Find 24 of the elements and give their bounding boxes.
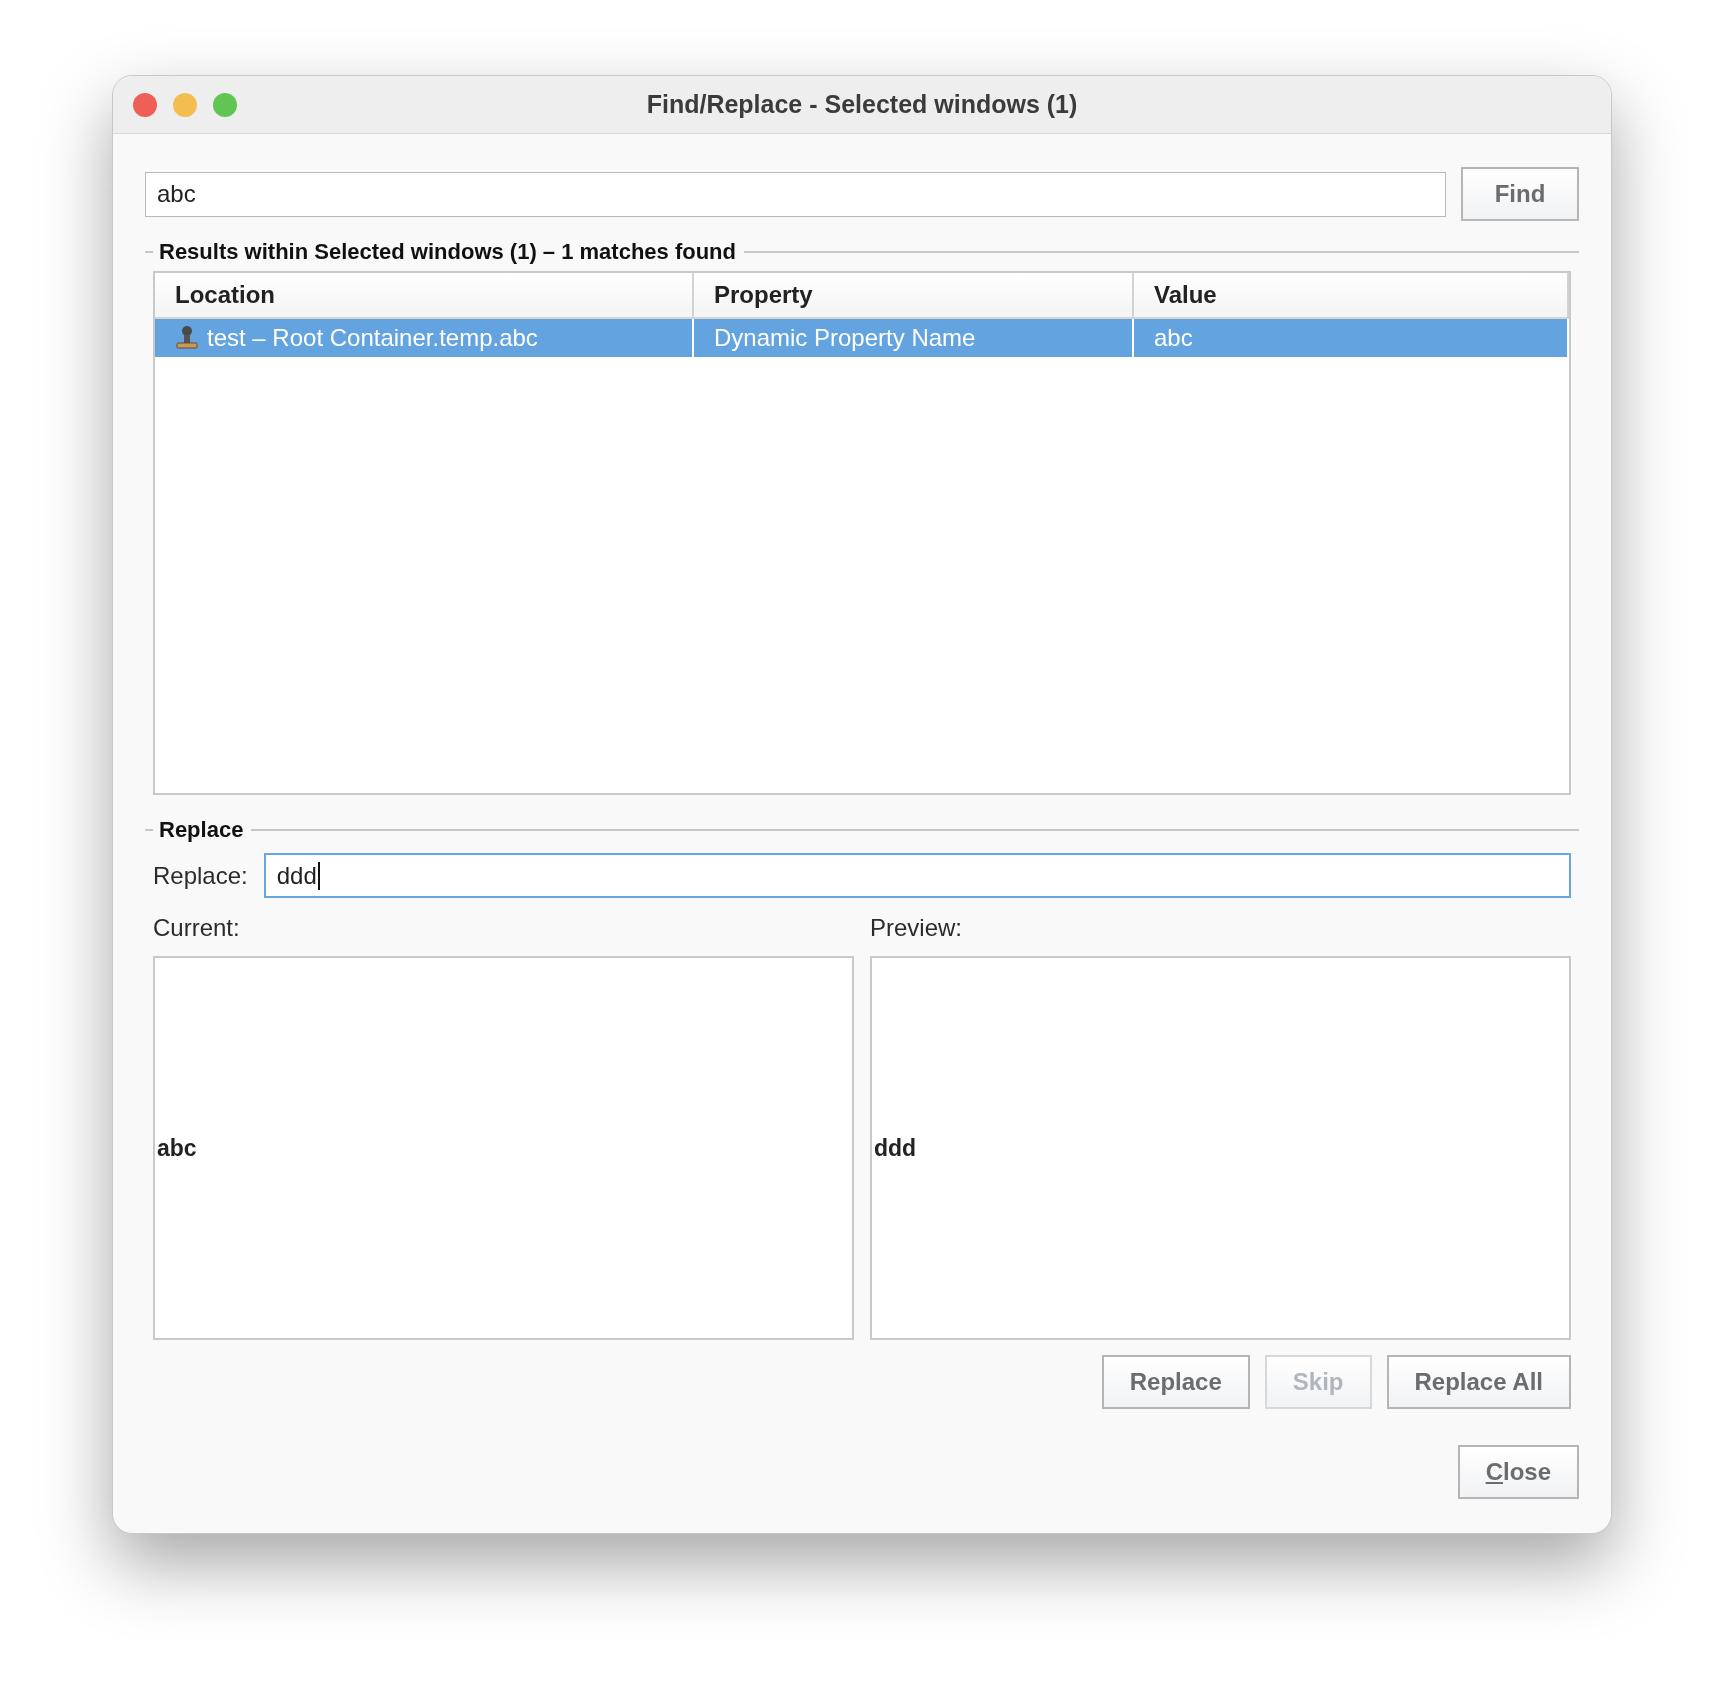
minimize-icon[interactable] [173, 92, 197, 117]
close-icon[interactable] [133, 92, 157, 117]
close-button[interactable]: Close [1457, 1445, 1579, 1499]
results-legend: Results within Selected windows (1) – 1 matches found [159, 239, 736, 265]
column-header[interactable]: Value [1134, 273, 1569, 319]
stamp-icon [175, 325, 199, 351]
search-field[interactable]: abc [145, 171, 1446, 217]
column-header[interactable]: Property [694, 273, 1134, 319]
table-cell[interactable]: test – Root Container.temp.abc [155, 319, 694, 357]
replace-label: Replace: [153, 861, 248, 890]
replace-legend: Replace [159, 817, 244, 843]
window-title: Find/Replace - Selected windows (1) [646, 90, 1078, 118]
find-button[interactable]: Find [1461, 167, 1579, 221]
preview-label: Preview: [870, 914, 964, 942]
current-label: Current: [153, 914, 241, 942]
replace-field[interactable]: ddd [263, 853, 1571, 898]
current-text: abc [157, 1134, 197, 1162]
table-cell[interactable]: Dynamic Property Name [694, 319, 1134, 357]
action-button[interactable]: Replace All [1386, 1355, 1571, 1409]
table-cell[interactable]: abc [1134, 319, 1569, 357]
maximize-icon[interactable] [213, 92, 237, 117]
preview-text: ddd [874, 1134, 917, 1162]
column-header[interactable]: Location [155, 273, 694, 319]
action-button[interactable]: Replace [1101, 1355, 1250, 1409]
